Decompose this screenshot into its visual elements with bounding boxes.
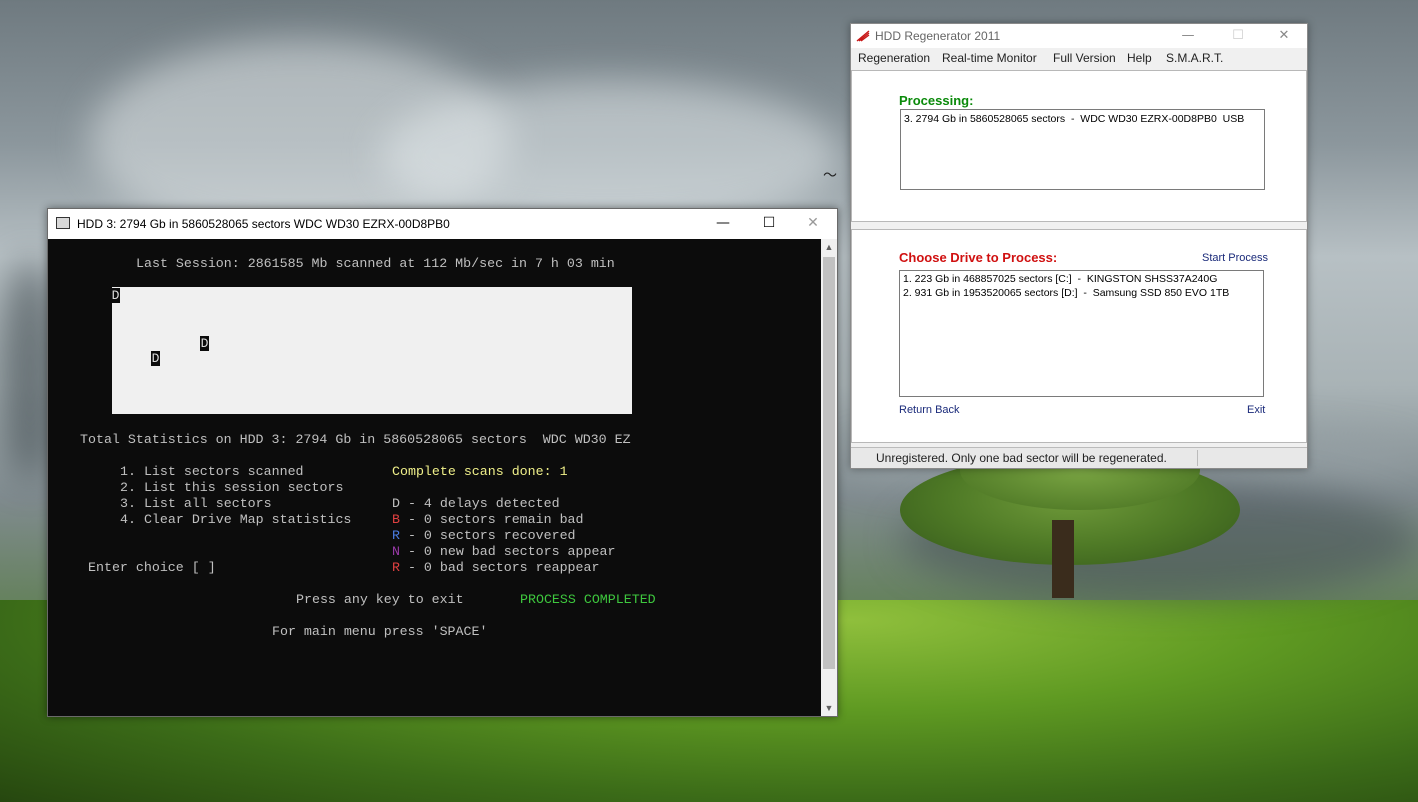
console-icon: [56, 217, 70, 229]
delay-marker: D: [151, 351, 160, 366]
console-window[interactable]: HDD 3: 2794 Gb in 5860528065 sectors WDC…: [47, 208, 838, 717]
regen-close-button[interactable]: ✕: [1261, 24, 1307, 48]
process-completed-text: PROCESS COMPLETED: [520, 592, 656, 607]
hdd-regenerator-window[interactable]: HDD Regenerator 2011 — ☐ ✕ Regeneration …: [850, 23, 1308, 469]
regen-minimize-button[interactable]: —: [1165, 24, 1211, 48]
exit-link[interactable]: Exit: [1247, 404, 1265, 416]
scroll-down-icon[interactable]: ▼: [821, 700, 837, 716]
console-title: HDD 3: 2794 Gb in 5860528065 sectors WDC…: [77, 217, 450, 231]
regen-menubar: Regeneration Real-time Monitor Full Vers…: [851, 48, 1307, 69]
drive-list-item[interactable]: 1. 223 Gb in 468857025 sectors [C:] - KI…: [903, 273, 1217, 285]
processing-label: Processing:: [899, 93, 974, 108]
regen-maximize-button[interactable]: ☐: [1215, 24, 1261, 48]
menu-regeneration[interactable]: Regeneration: [858, 51, 930, 65]
hdd-regenerator-logo-icon: [856, 30, 870, 42]
scroll-thumb[interactable]: [823, 257, 835, 669]
maximize-button[interactable]: ☐: [746, 209, 792, 239]
menu-help[interactable]: Help: [1127, 51, 1152, 65]
return-back-link[interactable]: Return Back: [899, 404, 960, 416]
regen-titlebar[interactable]: HDD Regenerator 2011 — ☐ ✕: [851, 24, 1307, 48]
status-text: Unregistered. Only one bad sector will b…: [876, 451, 1167, 465]
close-button[interactable]: ✕: [790, 209, 836, 239]
enter-choice-prompt[interactable]: Enter choice [ ]: [88, 560, 216, 575]
choose-drive-panel: Choose Drive to Process: Start Process 1…: [851, 229, 1307, 443]
menu-real-time-monitor[interactable]: Real-time Monitor: [942, 51, 1037, 65]
console-content[interactable]: Last Session: 2861585 Mb scanned at 112 …: [48, 239, 820, 716]
press-any-key-text: Press any key to exit: [296, 592, 464, 607]
complete-scans-text: Complete scans done: 1: [392, 464, 568, 479]
delay-marker: D: [200, 336, 209, 351]
minimize-button[interactable]: —: [700, 209, 746, 239]
main-menu-hint: For main menu press 'SPACE': [272, 624, 488, 639]
legend-recovered: R - 0 sectors recovered: [392, 528, 576, 543]
console-titlebar[interactable]: HDD 3: 2794 Gb in 5860528065 sectors WDC…: [48, 209, 837, 239]
menu-option-2[interactable]: 2. List this session sectors: [120, 480, 343, 495]
processing-panel: Processing: 3. 2794 Gb in 5860528065 sec…: [851, 70, 1307, 222]
legend-new-bad: N - 0 new bad sectors appear: [392, 544, 616, 559]
menu-full-version[interactable]: Full Version: [1053, 51, 1116, 65]
regen-statusbar: Unregistered. Only one bad sector will b…: [851, 447, 1307, 468]
start-process-link[interactable]: Start Process: [1202, 252, 1268, 264]
total-statistics-text: Total Statistics on HDD 3: 2794 Gb in 58…: [80, 432, 631, 447]
legend-reappear: R - 0 bad sectors reappear: [392, 560, 600, 575]
scroll-up-icon[interactable]: ▲: [821, 239, 837, 255]
menu-option-4[interactable]: 4. Clear Drive Map statistics: [120, 512, 351, 527]
delay-marker: D: [111, 288, 120, 303]
regen-title: HDD Regenerator 2011: [875, 29, 1001, 43]
menu-smart[interactable]: S.M.A.R.T.: [1166, 51, 1223, 65]
processing-item[interactable]: 3. 2794 Gb in 5860528065 sectors - WDC W…: [904, 113, 1244, 125]
drive-list-item[interactable]: 2. 931 Gb in 1953520065 sectors [D:] - S…: [903, 287, 1229, 299]
bird-icon: 〜: [823, 168, 837, 184]
legend-delays: D - 4 delays detected: [392, 496, 560, 511]
drive-listbox[interactable]: 1. 223 Gb in 468857025 sectors [C:] - KI…: [899, 270, 1264, 397]
legend-remain-bad: B - 0 sectors remain bad: [392, 512, 584, 527]
choose-drive-label: Choose Drive to Process:: [899, 250, 1058, 265]
last-session-text: Last Session: 2861585 Mb scanned at 112 …: [136, 256, 615, 271]
processing-listbox[interactable]: 3. 2794 Gb in 5860528065 sectors - WDC W…: [900, 109, 1265, 190]
drive-map: [112, 287, 632, 414]
console-scrollbar[interactable]: ▲ ▼: [821, 239, 837, 716]
menu-option-3[interactable]: 3. List all sectors: [120, 496, 272, 511]
menu-option-1[interactable]: 1. List sectors scanned: [120, 464, 304, 479]
